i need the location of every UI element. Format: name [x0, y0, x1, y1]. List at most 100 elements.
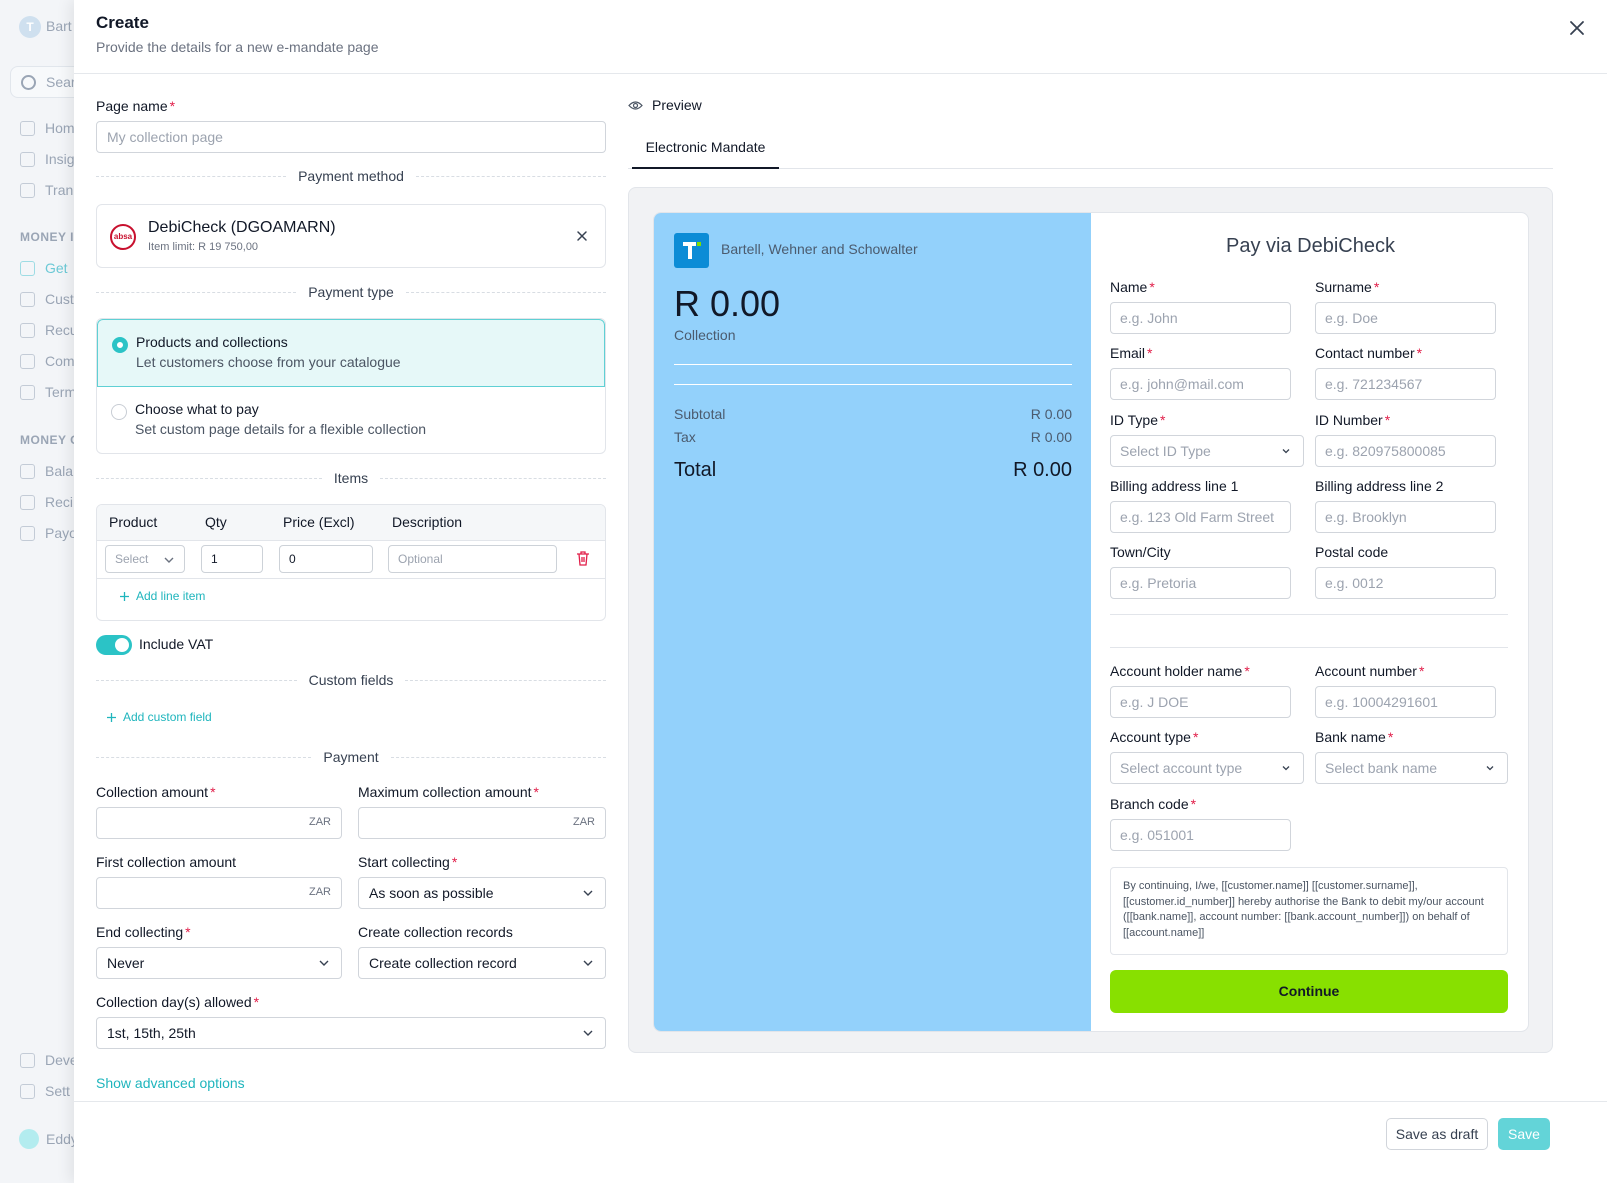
- currency-suffix: ZAR: [309, 816, 331, 828]
- add-line-item-button[interactable]: Add line item: [119, 589, 205, 603]
- qty-input[interactable]: 1: [201, 545, 263, 573]
- sidebar-search: Sear: [10, 66, 75, 98]
- subtotal-value: R 0.00: [1030, 406, 1072, 422]
- surname-label: Surname *: [1315, 279, 1380, 295]
- chevron-down-icon: [319, 960, 329, 966]
- account-type-select[interactable]: Select account type: [1110, 752, 1304, 784]
- sidebar-item-payouts: Payo: [20, 523, 75, 543]
- collection-days-select[interactable]: 1st, 15th, 25th: [96, 1017, 606, 1049]
- max-collection-amount-label: Maximum collection amount *: [358, 784, 539, 800]
- background-sidebar: T Bart Sear Hom Insig Tran MONEY I Get C…: [0, 0, 75, 1183]
- custom-fields-divider: Custom fields: [96, 670, 606, 690]
- chevron-down-icon: [583, 960, 593, 966]
- account-holder-input[interactable]: e.g. J DOE: [1110, 686, 1291, 718]
- terminal-icon: [20, 384, 35, 400]
- sidebar-item-settings: Sett: [20, 1081, 70, 1101]
- contact-number-input[interactable]: e.g. 721234567: [1315, 368, 1496, 400]
- store-icon: [20, 353, 35, 369]
- account-number-input[interactable]: e.g. 10004291601: [1315, 686, 1496, 718]
- add-custom-field-button[interactable]: Add custom field: [106, 710, 212, 724]
- collection-caption: Collection: [674, 327, 736, 343]
- include-vat-toggle[interactable]: [96, 635, 132, 655]
- id-type-label: ID Type *: [1110, 412, 1166, 428]
- sidebar-item-insights: Insig: [20, 149, 75, 169]
- home-icon: [20, 120, 35, 136]
- preview-tabs: Electronic Mandate: [628, 130, 1553, 169]
- divider: [674, 384, 1072, 385]
- branch-code-input[interactable]: e.g. 051001: [1110, 819, 1291, 851]
- col-price: Price (Excl): [283, 514, 355, 530]
- currency-suffix: ZAR: [573, 816, 595, 828]
- postal-code-label: Postal code: [1315, 544, 1389, 560]
- id-type-select[interactable]: Select ID Type: [1110, 435, 1304, 467]
- sidebar-item-get-paid: Get: [20, 258, 68, 278]
- currency-suffix: ZAR: [309, 886, 331, 898]
- col-product: Product: [109, 514, 158, 530]
- billing-address-1-input[interactable]: e.g. 123 Old Farm Street: [1110, 501, 1291, 533]
- chevron-down-icon: [583, 890, 593, 896]
- product-select[interactable]: Select: [105, 545, 185, 573]
- sidebar-item-terminals: Term: [20, 382, 75, 402]
- modal-title: Create: [96, 13, 149, 32]
- billing-address-2-input[interactable]: e.g. Brooklyn: [1315, 501, 1496, 533]
- repeat-icon: [20, 322, 35, 338]
- radio-unselected[interactable]: [111, 404, 127, 420]
- show-advanced-options-link[interactable]: Show advanced options: [96, 1075, 245, 1091]
- payment-type-group: Products and collections Let customers c…: [96, 318, 606, 454]
- divider: [1110, 614, 1508, 615]
- company-logo-icon: T: [19, 16, 41, 38]
- town-input[interactable]: e.g. Pretoria: [1110, 567, 1291, 599]
- email-label: Email *: [1110, 345, 1153, 361]
- payment-method-limit: Item limit: R 19 750,00: [148, 241, 259, 253]
- start-collecting-select[interactable]: As soon as possible: [358, 877, 606, 909]
- payment-type-divider: Payment type: [96, 282, 606, 302]
- collection-days-label: Collection day(s) allowed *: [96, 994, 260, 1010]
- absa-logo-icon: absa: [110, 224, 136, 250]
- total-value: R 0.00: [1013, 459, 1072, 481]
- save-button[interactable]: Save: [1498, 1118, 1550, 1150]
- user-icon: [20, 291, 35, 307]
- first-collection-amount-input[interactable]: ZAR: [96, 877, 342, 909]
- name-input[interactable]: e.g. John: [1110, 302, 1291, 334]
- collection-amount-input[interactable]: ZAR: [96, 807, 342, 839]
- surname-input[interactable]: e.g. Doe: [1315, 302, 1496, 334]
- plus-icon: [107, 712, 116, 722]
- collection-amount-label: Collection amount *: [96, 784, 216, 800]
- merchant-name: Bartell, Wehner and Schowalter: [721, 241, 918, 257]
- radio-selected[interactable]: [112, 337, 128, 353]
- gear-icon: [20, 1083, 35, 1099]
- payment-type-products[interactable]: Products and collections Let customers c…: [97, 319, 605, 387]
- town-label: Town/City: [1110, 544, 1171, 560]
- payment-method-name: DebiCheck (DGOAMARN): [148, 219, 336, 236]
- wallet-icon: [20, 463, 35, 479]
- price-input[interactable]: 0: [279, 545, 373, 573]
- chart-icon: [20, 151, 35, 167]
- save-as-draft-button[interactable]: Save as draft: [1386, 1118, 1488, 1150]
- end-collecting-select[interactable]: Never: [96, 947, 342, 979]
- modal-header: Create Provide the details for a new e-m…: [74, 0, 1607, 74]
- close-icon[interactable]: [1565, 16, 1589, 40]
- page-name-input[interactable]: My collection page: [96, 121, 606, 153]
- payment-type-custom[interactable]: Choose what to pay Set custom page detai…: [97, 387, 605, 453]
- sidebar-item-home: Hom: [20, 118, 75, 138]
- description-input[interactable]: Optional: [388, 545, 557, 573]
- collection-amount: R 0.00: [674, 283, 781, 324]
- plus-icon: [120, 591, 129, 601]
- email-input[interactable]: e.g. john@mail.com: [1110, 368, 1291, 400]
- payment-form-panel: Pay via DebiCheck Name * e.g. John Surnam…: [1091, 213, 1528, 1031]
- branch-code-label: Branch code *: [1110, 796, 1197, 812]
- mandate-consent-text: By continuing, I/we, [[customer.name]] […: [1110, 867, 1508, 955]
- continue-button[interactable]: Continue: [1110, 970, 1508, 1013]
- sidebar-item-recurring: Recu: [20, 320, 75, 340]
- send-icon: [20, 525, 35, 541]
- trash-icon[interactable]: [576, 550, 590, 566]
- remove-payment-method-icon[interactable]: [575, 229, 589, 243]
- bank-name-select[interactable]: Select bank name: [1315, 752, 1508, 784]
- postal-code-input[interactable]: e.g. 0012: [1315, 567, 1496, 599]
- tab-electronic-mandate[interactable]: Electronic Mandate: [632, 130, 779, 169]
- create-modal: Create Provide the details for a new e-m…: [74, 0, 1607, 1183]
- create-records-select[interactable]: Create collection record: [358, 947, 606, 979]
- id-number-input[interactable]: e.g. 820975800085: [1315, 435, 1496, 467]
- max-collection-amount-input[interactable]: ZAR: [358, 807, 606, 839]
- order-summary-panel: Bartell, Wehner and Schowalter R 0.00 Co…: [654, 213, 1091, 1031]
